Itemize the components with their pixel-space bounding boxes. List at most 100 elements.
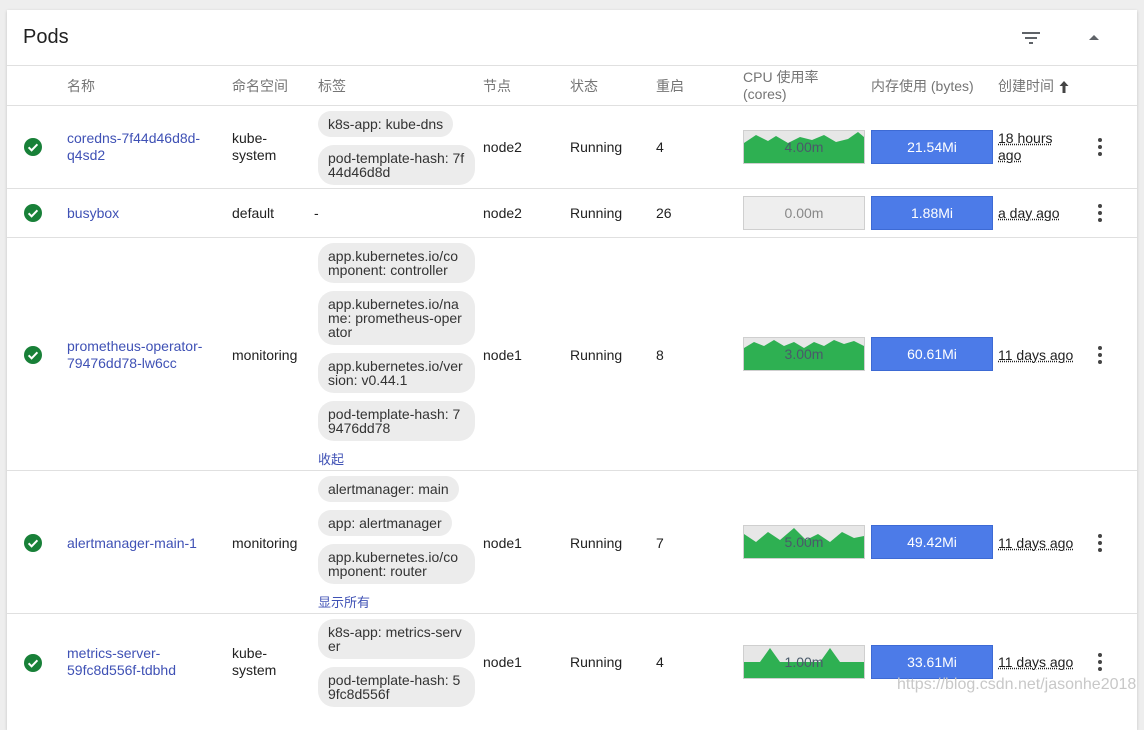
more-vert-icon[interactable] bbox=[1094, 533, 1106, 553]
label-chip: app.kubernetes.io/name: prometheus-opera… bbox=[318, 291, 475, 345]
pod-name-line2: 79476dd78-lw6cc bbox=[67, 355, 177, 371]
pod-name-line1: coredns-7f44d46d8d- bbox=[67, 130, 201, 146]
table-row: coredns-7f44d46d8d-q4sd2 kube-system k8s… bbox=[7, 106, 1137, 189]
memory-value: 33.61Mi bbox=[907, 654, 957, 670]
cpu-value: 0.00m bbox=[784, 205, 824, 221]
namespace-line2: system bbox=[232, 147, 277, 163]
more-vert-icon[interactable] bbox=[1094, 137, 1106, 157]
label-chip: k8s-app: metrics-server bbox=[318, 619, 475, 659]
col-cpu-unit: (cores) bbox=[743, 86, 787, 102]
labels-cell: alertmanager: main app: alertmanager app… bbox=[318, 476, 478, 611]
col-memory: 内存使用 (bytes) bbox=[871, 78, 974, 94]
col-restarts[interactable]: 重启 bbox=[656, 78, 684, 95]
pod-name-link[interactable]: busybox bbox=[67, 205, 119, 222]
label-chip: alertmanager: main bbox=[318, 476, 459, 502]
restarts: 4 bbox=[656, 654, 664, 670]
col-cpu: CPU 使用率 (cores) bbox=[743, 69, 818, 103]
check-circle-icon bbox=[24, 654, 42, 672]
more-vert-icon[interactable] bbox=[1094, 652, 1106, 672]
table-row: alertmanager-main-1 monitoring alertmana… bbox=[7, 471, 1137, 614]
cpu-value: 5.00m bbox=[784, 534, 824, 550]
cpu-sparkline: 4.00m bbox=[743, 130, 865, 164]
created-age: 11 days ago bbox=[998, 347, 1074, 363]
namespace: kube-system bbox=[232, 645, 276, 679]
table-row: metrics-server- 59fc8d556f-tdbhd kube-sys… bbox=[7, 614, 1137, 714]
col-node[interactable]: 节点 bbox=[483, 78, 511, 95]
labels-collapse-link[interactable]: 收起 bbox=[318, 449, 478, 468]
namespace-line1: kube- bbox=[232, 130, 268, 146]
card-header: Pods bbox=[7, 10, 1137, 66]
node: node1 bbox=[483, 347, 522, 363]
col-name[interactable]: 名称 bbox=[67, 78, 95, 95]
filter-icon[interactable] bbox=[1019, 26, 1043, 50]
node: node1 bbox=[483, 535, 522, 551]
col-labels: 标签 bbox=[318, 78, 346, 94]
cpu-value: 4.00m bbox=[784, 139, 824, 155]
memory-value: 21.54Mi bbox=[907, 139, 957, 155]
created-age: 18 hours ago bbox=[998, 130, 1052, 164]
pod-name-link[interactable]: coredns-7f44d46d8d-q4sd2 bbox=[67, 130, 200, 164]
restarts: 4 bbox=[656, 139, 664, 155]
node: node2 bbox=[483, 205, 522, 221]
pod-name-link[interactable]: metrics-server- 59fc8d556f-tdbhd bbox=[67, 645, 176, 679]
memory-sparkline: 33.61Mi bbox=[871, 645, 993, 679]
namespace: kube-system bbox=[232, 130, 276, 164]
status: Running bbox=[570, 347, 623, 363]
card-title: Pods bbox=[23, 26, 69, 48]
status: Running bbox=[570, 139, 623, 155]
node: node2 bbox=[483, 139, 522, 155]
pod-name-line1: prometheus-operator- bbox=[67, 338, 203, 354]
more-vert-icon[interactable] bbox=[1094, 345, 1106, 365]
labels-show-all-link[interactable]: 显示所有 bbox=[318, 592, 478, 611]
cpu-value: 3.00m bbox=[784, 346, 824, 362]
created-age: 11 days ago bbox=[998, 654, 1074, 670]
check-circle-icon bbox=[24, 204, 42, 222]
created-age-line1: 18 hours bbox=[998, 130, 1053, 146]
label-chip: app.kubernetes.io/version: v0.44.1 bbox=[318, 353, 475, 393]
more-vert-icon[interactable] bbox=[1094, 203, 1106, 223]
sort-arrow-up-icon bbox=[1059, 81, 1069, 94]
memory-value: 60.61Mi bbox=[907, 346, 957, 362]
memory-value: 1.88Mi bbox=[910, 205, 954, 221]
label-chip: pod-template-hash: 7f44d46d8d bbox=[318, 145, 475, 185]
label-chip: pod-template-hash: 59fc8d556f bbox=[318, 667, 475, 707]
col-created-label: 创建时间 bbox=[998, 78, 1054, 94]
status: Running bbox=[570, 654, 623, 670]
labels-cell: app.kubernetes.io/component: controller … bbox=[318, 243, 478, 468]
table-header: 名称 命名空间 标签 节点 状态 重启 CPU 使用率 (cores) 内存使用… bbox=[7, 66, 1137, 106]
created-age-line2: ago bbox=[998, 147, 1022, 163]
labels-empty: - bbox=[314, 205, 319, 221]
check-circle-icon bbox=[24, 346, 42, 364]
namespace-line2: system bbox=[232, 662, 277, 678]
check-circle-icon bbox=[24, 534, 42, 552]
labels-cell: k8s-app: metrics-server pod-template-has… bbox=[318, 619, 478, 715]
collapse-icon[interactable] bbox=[1082, 26, 1106, 50]
restarts: 8 bbox=[656, 347, 664, 363]
col-status[interactable]: 状态 bbox=[570, 78, 598, 95]
label-chip: pod-template-hash: 79476dd78 bbox=[318, 401, 475, 441]
pod-name-link[interactable]: prometheus-operator- 79476dd78-lw6cc bbox=[67, 338, 202, 372]
label-chip: app: alertmanager bbox=[318, 510, 452, 536]
memory-sparkline: 1.88Mi bbox=[871, 196, 993, 230]
label-chip: app.kubernetes.io/component: router bbox=[318, 544, 475, 584]
cpu-sparkline: 0.00m bbox=[743, 196, 865, 230]
col-created[interactable]: 创建时间 bbox=[998, 78, 1070, 95]
memory-sparkline: 21.54Mi bbox=[871, 130, 993, 164]
label-chip: k8s-app: kube-dns bbox=[318, 111, 454, 137]
pod-name-line1: metrics-server- bbox=[67, 645, 161, 661]
cpu-sparkline: 5.00m bbox=[743, 525, 865, 559]
cpu-sparkline: 1.00m bbox=[743, 645, 865, 679]
pods-card: Pods 名称 命名空间 标签 节点 状态 重启 CPU 使用率 (cores)… bbox=[7, 10, 1137, 730]
col-cpu-label: CPU 使用率 bbox=[743, 69, 819, 85]
memory-sparkline: 49.42Mi bbox=[871, 525, 993, 559]
memory-sparkline: 60.61Mi bbox=[871, 337, 993, 371]
check-circle-icon bbox=[24, 138, 42, 156]
pod-name-link[interactable]: alertmanager-main-1 bbox=[67, 535, 197, 552]
col-namespace[interactable]: 命名空间 bbox=[232, 78, 288, 95]
pod-name-line2: 59fc8d556f-tdbhd bbox=[67, 662, 176, 678]
cpu-sparkline: 3.00m bbox=[743, 337, 865, 371]
namespace: monitoring bbox=[232, 535, 298, 551]
namespace-line1: kube- bbox=[232, 645, 268, 661]
namespace: default bbox=[232, 205, 275, 221]
label-chip: app.kubernetes.io/component: controller bbox=[318, 243, 475, 283]
